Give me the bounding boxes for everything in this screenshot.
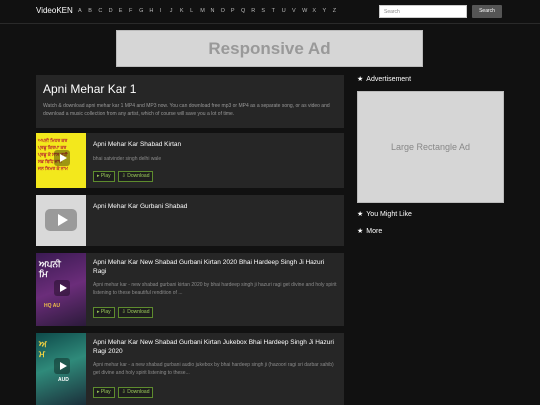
video-thumbnail[interactable]: ਅਮ AUD (36, 333, 86, 405)
result-actions: ▸ Play ⇩ Download (93, 171, 154, 182)
video-thumbnail[interactable]: ਅਪਨੀ ਮਿਹਰ ਕਰ ਪ੍ਰਭੂ ਕਿਰਪਾ ਕਰ ਪ੍ਰਭੂ ਕੇ ਸਾਸ ਤ… (36, 133, 86, 188)
result-description: Apni mehar kar - new shabad gurbani kirt… (93, 282, 337, 296)
result-actions: ▸ Play ⇩ Download (93, 387, 154, 398)
letter-link-k[interactable]: K (180, 8, 190, 14)
letter-link-i[interactable]: I (160, 8, 170, 14)
letter-link-c[interactable]: C (98, 8, 108, 14)
star-icon: ★ (357, 211, 364, 218)
result-card[interactable]: ਅਪਨੀ ਮਿ HQ AU Apni Mehar Kar New Shabad G… (36, 253, 344, 326)
letter-link-f[interactable]: F (129, 8, 139, 14)
result-card[interactable]: Apni Mehar Kar Gurbani Shabad (36, 195, 344, 246)
play-button[interactable]: ▸ Play (93, 387, 115, 398)
letter-link-r[interactable]: R (251, 8, 261, 14)
alphabet-nav: ABCDEFGHIJKLMNOPQRSTUVWXYZ (78, 8, 343, 14)
letter-link-j[interactable]: J (170, 8, 180, 14)
letter-link-q[interactable]: Q (241, 8, 251, 14)
result-title[interactable]: Apni Mehar Kar New Shabad Gurbani Kirtan… (93, 338, 338, 356)
letter-link-t[interactable]: T (272, 8, 282, 14)
star-icon: ★ (357, 228, 364, 235)
play-button[interactable]: ▸ Play (93, 171, 115, 182)
play-icon (54, 280, 70, 296)
letter-link-v[interactable]: V (292, 8, 302, 14)
responsive-ad-banner[interactable]: Responsive Ad (116, 30, 423, 67)
letter-link-x[interactable]: X (312, 8, 322, 14)
result-description: bhai satvinder singh delhi wale (93, 156, 162, 162)
search-input[interactable]: Search (379, 5, 467, 18)
letter-link-a[interactable]: A (78, 8, 88, 14)
advertisement-heading: ★ Advertisement (357, 76, 412, 83)
ad-label: Large Rectangle Ad (390, 142, 471, 152)
download-button[interactable]: ⇩ Download (117, 387, 154, 398)
result-card[interactable]: ਅਮ AUD Apni Mehar Kar New Shabad Gurbani… (36, 333, 344, 405)
letter-link-l[interactable]: L (190, 8, 200, 14)
video-thumbnail[interactable]: ਅਪਨੀ ਮਿ HQ AU (36, 253, 86, 326)
result-title[interactable]: Apni Mehar Kar Gurbani Shabad (93, 202, 338, 211)
letter-link-o[interactable]: O (221, 8, 231, 14)
result-card[interactable]: ਅਪਨੀ ਮਿਹਰ ਕਰ ਪ੍ਰਭੂ ਕਿਰਪਾ ਕਰ ਪ੍ਰਭੂ ਕੇ ਸਾਸ ਤ… (36, 133, 344, 188)
you-might-like-heading: ★ You Might Like (357, 211, 412, 218)
result-actions: ▸ Play ⇩ Download (93, 307, 154, 318)
result-title[interactable]: Apni Mehar Kar New Shabad Gurbani Kirtan… (93, 258, 338, 276)
brand-logo[interactable]: VideoKEN (36, 6, 73, 15)
play-icon (54, 150, 70, 166)
page-description: Watch & download apni mehar kar 1 MP4 an… (43, 103, 330, 117)
poster-title-graphic: ਅਪਨੀ ਮਿ (39, 259, 61, 279)
download-button[interactable]: ⇩ Download (117, 171, 154, 182)
letter-link-s[interactable]: S (261, 8, 271, 14)
ad-label: Responsive Ad (208, 38, 331, 58)
top-navbar: VideoKEN ABCDEFGHIJKLMNOPQRSTUVWXYZ Sear… (0, 0, 540, 24)
letter-link-z[interactable]: Z (333, 8, 343, 14)
poster-label-graphic: AUD (58, 377, 69, 383)
letter-link-p[interactable]: P (231, 8, 241, 14)
letter-link-m[interactable]: M (200, 8, 210, 14)
more-link[interactable]: ★ More (357, 227, 382, 235)
search-button[interactable]: Search (472, 5, 502, 18)
letter-link-w[interactable]: W (302, 8, 312, 14)
star-icon: ★ (357, 76, 364, 83)
letter-link-h[interactable]: H (149, 8, 159, 14)
poster-label-graphic: HQ AU (44, 303, 60, 309)
large-rectangle-ad[interactable]: Large Rectangle Ad (357, 91, 504, 203)
letter-link-y[interactable]: Y (323, 8, 333, 14)
download-button[interactable]: ⇩ Download (117, 307, 154, 318)
result-title[interactable]: Apni Mehar Kar Shabad Kirtan (93, 140, 338, 149)
play-icon (45, 209, 77, 231)
letter-link-n[interactable]: N (210, 8, 220, 14)
play-icon (54, 358, 70, 374)
letter-link-d[interactable]: D (109, 8, 119, 14)
letter-link-u[interactable]: U (282, 8, 292, 14)
result-description: Apni mehar kar - a new shabad gurbani au… (93, 362, 334, 376)
page-header: Apni Mehar Kar 1 Watch & download apni m… (36, 75, 344, 128)
letter-link-b[interactable]: B (88, 8, 98, 14)
letter-link-e[interactable]: E (119, 8, 129, 14)
play-button[interactable]: ▸ Play (93, 307, 115, 318)
letter-link-g[interactable]: G (139, 8, 149, 14)
poster-title-graphic: ਅਮ (39, 339, 47, 359)
page-title: Apni Mehar Kar 1 (43, 82, 137, 96)
video-thumbnail[interactable] (36, 195, 86, 246)
